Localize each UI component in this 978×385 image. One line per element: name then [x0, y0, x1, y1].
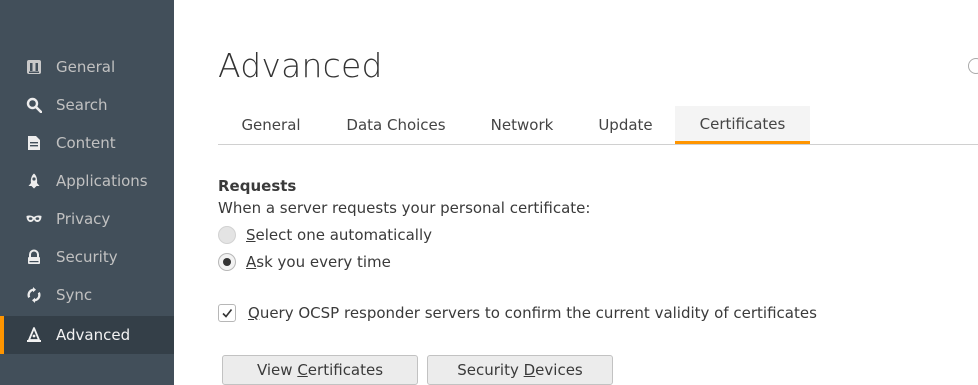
privacy-mask-icon [26, 211, 42, 227]
radio-label: Ask you every time [246, 253, 391, 271]
lock-icon [26, 249, 42, 265]
tab-general[interactable]: General [218, 106, 324, 144]
radio-ask-every-time[interactable]: Ask you every time [218, 251, 391, 273]
sidebar-item-search[interactable]: Search [0, 86, 174, 124]
help-icon[interactable] [968, 58, 978, 74]
radio-button-checked[interactable] [218, 253, 236, 271]
radio-button-unchecked[interactable] [218, 226, 236, 244]
tab-update[interactable]: Update [576, 106, 675, 144]
advanced-wizard-icon [26, 327, 42, 343]
sidebar-item-label: General [56, 58, 116, 76]
view-certificates-button[interactable]: View Certificates [222, 355, 418, 385]
sidebar-item-sync[interactable]: Sync [0, 276, 174, 314]
ocsp-label: Query OCSP responder servers to confirm … [248, 304, 817, 322]
radio-select-automatically[interactable]: Select one automatically [218, 224, 432, 246]
security-devices-button[interactable]: Security Devices [427, 355, 613, 385]
search-icon [26, 97, 42, 113]
page-title: Advanced [218, 46, 383, 85]
ocsp-checkbox-row[interactable]: Query OCSP responder servers to confirm … [218, 302, 817, 324]
sidebar-item-applications[interactable]: Applications [0, 162, 174, 200]
sidebar-item-content[interactable]: Content [0, 124, 174, 162]
sync-icon [26, 287, 42, 303]
requests-description: When a server requests your personal cer… [218, 199, 591, 217]
sidebar-item-label: Sync [56, 286, 93, 304]
sidebar-item-label: Privacy [56, 210, 111, 228]
radio-label: Select one automatically [246, 226, 432, 244]
ocsp-checkbox[interactable] [218, 304, 236, 322]
tab-bar: General Data Choices Network Update Cert… [218, 106, 978, 145]
sidebar-item-security[interactable]: Security [0, 238, 174, 276]
sidebar-item-privacy[interactable]: Privacy [0, 200, 174, 238]
sidebar-item-label: Content [56, 134, 116, 152]
sidebar-item-label: Security [56, 248, 118, 266]
sidebar-item-label: Advanced [56, 326, 131, 344]
section-heading-requests: Requests [218, 177, 297, 195]
sidebar-item-label: Applications [56, 172, 148, 190]
sidebar-item-advanced[interactable]: Advanced [0, 316, 174, 354]
tab-certificates[interactable]: Certificates [675, 106, 810, 144]
tab-data-choices[interactable]: Data Choices [324, 106, 468, 144]
sidebar-item-label: Search [56, 96, 108, 114]
tab-network[interactable]: Network [468, 106, 576, 144]
checkmark-icon [222, 309, 233, 318]
general-icon [26, 59, 42, 75]
sidebar: General Search Content Applications Priv… [0, 0, 174, 385]
content-icon [26, 135, 42, 151]
applications-icon [26, 173, 42, 189]
sidebar-item-general[interactable]: General [0, 48, 174, 86]
